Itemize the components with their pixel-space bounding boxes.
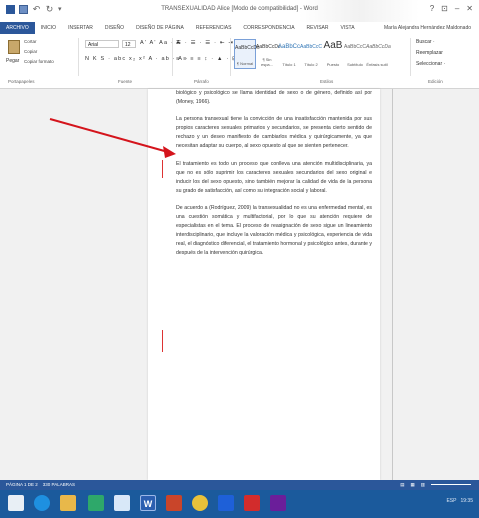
- tab-correspondencia[interactable]: CORRESPONDENCIA: [237, 22, 300, 34]
- internet-explorer-icon[interactable]: [34, 495, 50, 511]
- format-painter-button[interactable]: Copiar formato: [24, 59, 54, 64]
- powerpoint-icon[interactable]: [166, 495, 182, 511]
- help-button[interactable]: ?: [430, 4, 434, 13]
- page-count[interactable]: PÁGINA 1 DE 2: [6, 482, 38, 487]
- style-sample: AaB: [323, 40, 343, 51]
- app-icon[interactable]: [218, 495, 234, 511]
- tab-diseno-de-pagina[interactable]: DISEÑO DE PÁGINA: [130, 22, 190, 34]
- home-icon[interactable]: [114, 495, 130, 511]
- group-divider: [172, 38, 173, 76]
- word-icon[interactable]: W: [140, 495, 156, 511]
- group-divider: [78, 38, 79, 76]
- style-name: Puesto: [326, 62, 340, 67]
- group-label-paragraph: Párrafo: [194, 79, 209, 84]
- style-subtle-emphasis[interactable]: AaBbCcDa Énfasis sutil: [366, 39, 391, 69]
- style-sample: AaBbCcC: [300, 44, 322, 50]
- group-divider: [410, 38, 411, 76]
- style-title[interactable]: AaB Puesto: [322, 39, 344, 69]
- style-sample: AaBbCcDc: [256, 44, 281, 50]
- font-size-select[interactable]: 12: [122, 40, 136, 48]
- status-text: PÁGINA 1 DE 2 330 PALABRAS: [6, 482, 75, 487]
- page-edge-line: [392, 89, 393, 480]
- web-layout-icon[interactable]: ▥: [421, 482, 425, 488]
- file-explorer-icon[interactable]: [60, 495, 76, 511]
- paragraph[interactable]: biológico y psicológico se llama identid…: [176, 89, 372, 107]
- style-name: Título 1: [282, 62, 296, 67]
- style-sample: AaBbCcDa: [366, 44, 391, 50]
- style-normal[interactable]: AaBbCcDc ¶ Normal: [234, 39, 260, 69]
- word-count[interactable]: 330 PALABRAS: [43, 482, 75, 487]
- ribbon-tabs: ARCHIVO INICIO INSERTAR DISEÑO DISEÑO DE…: [0, 22, 479, 34]
- tab-archivo[interactable]: ARCHIVO: [0, 22, 35, 34]
- title-bar: ↶ ↻ ▾ TRANSEXUALIDAD Alice [Modo de comp…: [0, 0, 479, 22]
- find-button[interactable]: Buscar ·: [416, 39, 435, 45]
- minimize-button[interactable]: –: [455, 4, 459, 13]
- cut-button[interactable]: Cortar: [24, 39, 37, 44]
- user-name[interactable]: María Alejandra Hernández Maldonado: [384, 22, 471, 34]
- style-no-spacing[interactable]: AaBbCcDc ¶ Sin espa...: [256, 39, 281, 69]
- windows-taskbar: W ESP 19:35: [0, 490, 479, 518]
- group-label-styles: Estilos: [320, 79, 334, 84]
- group-label-font: Fuente: [118, 79, 133, 84]
- paragraph[interactable]: De acuerdo a (Rodríguez, 2009) la transe…: [176, 204, 372, 259]
- font-name-select[interactable]: Arial: [85, 40, 119, 48]
- style-name: ¶ Sin espa...: [260, 57, 273, 67]
- style-heading-1[interactable]: AaBbCc Título 1: [278, 39, 300, 69]
- style-name: Título 2: [304, 62, 318, 67]
- ribbon-home: Pegar Cortar Copiar Copiar formato Porta…: [0, 34, 479, 89]
- close-button[interactable]: ✕: [466, 4, 473, 13]
- style-name: Subtítulo: [347, 62, 363, 67]
- print-layout-icon[interactable]: ▦: [410, 482, 414, 488]
- zoom-slider[interactable]: [431, 483, 471, 485]
- window-controls: ? ⊡ – ✕: [430, 4, 473, 13]
- read-mode-icon[interactable]: ▤: [400, 482, 404, 488]
- tab-diseno[interactable]: DISEÑO: [99, 22, 130, 34]
- style-name: ¶ Normal: [236, 61, 254, 66]
- style-subtitle[interactable]: AaBbCcC Subtítulo: [344, 39, 366, 69]
- tab-referencias[interactable]: REFERENCIAS: [190, 22, 238, 34]
- chrome-icon[interactable]: [192, 495, 208, 511]
- group-label-editing: Edición: [428, 79, 443, 84]
- replace-button[interactable]: Reemplazar: [416, 50, 443, 56]
- view-controls: ▤ ▦ ▥: [400, 482, 471, 488]
- paste-icon[interactable]: [8, 40, 20, 54]
- style-sample: AaBbCc: [278, 44, 301, 50]
- windows-start-icon[interactable]: [8, 495, 24, 511]
- status-bar: PÁGINA 1 DE 2 330 PALABRAS ▤ ▦ ▥: [0, 480, 479, 490]
- change-bar: [162, 160, 163, 178]
- style-name: Énfasis sutil: [366, 62, 388, 67]
- styles-gallery: AaBbCcDc ¶ Normal AaBbCcDc ¶ Sin espa...…: [234, 39, 391, 69]
- paragraph[interactable]: La persona transexual tiene la convicció…: [176, 115, 372, 151]
- paste-button[interactable]: Pegar: [6, 58, 19, 64]
- style-sample: AaBbCcC: [344, 44, 366, 50]
- copy-button[interactable]: Copiar: [24, 49, 37, 54]
- window-title: TRANSEXUALIDAD Alice [Modo de compatibil…: [161, 6, 318, 12]
- language-indicator[interactable]: ESP: [446, 498, 456, 504]
- ribbon-display-button[interactable]: ⊡: [441, 4, 448, 13]
- tab-vista[interactable]: VISTA: [335, 22, 361, 34]
- tab-revisar[interactable]: REVISAR: [301, 22, 335, 34]
- font-format-buttons[interactable]: N K S · abc x₂ x² A · ab · A ·: [85, 56, 189, 62]
- tab-insertar[interactable]: INSERTAR: [62, 22, 99, 34]
- paragraph[interactable]: El tratamiento es todo un proceso que co…: [176, 160, 372, 196]
- select-button[interactable]: Seleccionar ·: [416, 61, 445, 67]
- style-heading-2[interactable]: AaBbCcC Título 2: [300, 39, 322, 69]
- group-label-clipboard: Portapapeles: [8, 79, 35, 84]
- document-body[interactable]: biológico y psicológico se llama identid…: [176, 89, 372, 267]
- style-sample: AaBbCcDc: [235, 45, 260, 51]
- tab-inicio[interactable]: INICIO: [35, 22, 62, 34]
- clock[interactable]: 19:35: [460, 498, 473, 504]
- snip-icon[interactable]: [270, 495, 286, 511]
- pdf-icon[interactable]: [244, 495, 260, 511]
- store-icon[interactable]: [88, 495, 104, 511]
- group-divider: [230, 38, 231, 76]
- system-tray: ESP 19:35: [446, 498, 473, 504]
- change-bar: [162, 330, 163, 352]
